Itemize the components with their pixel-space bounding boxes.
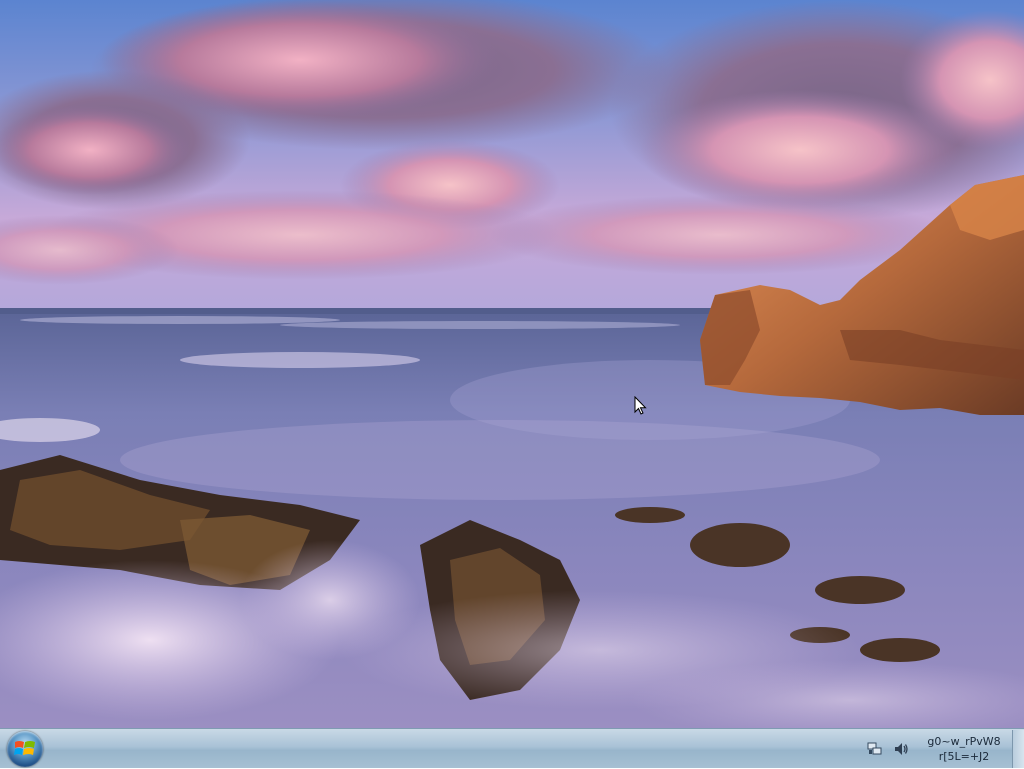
system-tray: g0~w_rPvW8 r[5L=+J2	[866, 729, 1024, 769]
show-desktop-button[interactable]	[1012, 730, 1024, 768]
windows-logo-icon	[14, 741, 35, 755]
volume-icon[interactable]	[892, 740, 910, 758]
mouse-pointer-icon	[634, 396, 647, 415]
desktop[interactable]	[0, 0, 1024, 728]
network-icon[interactable]	[866, 740, 884, 758]
taskbar: g0~w_rPvW8 r[5L=+J2	[0, 728, 1024, 768]
clock-date: r[5L=+J2	[938, 750, 990, 763]
wallpaper	[0, 0, 1024, 728]
clock[interactable]: g0~w_rPvW8 r[5L=+J2	[918, 729, 1010, 769]
clock-time: g0~w_rPvW8	[927, 735, 1001, 748]
start-button[interactable]	[7, 731, 43, 767]
